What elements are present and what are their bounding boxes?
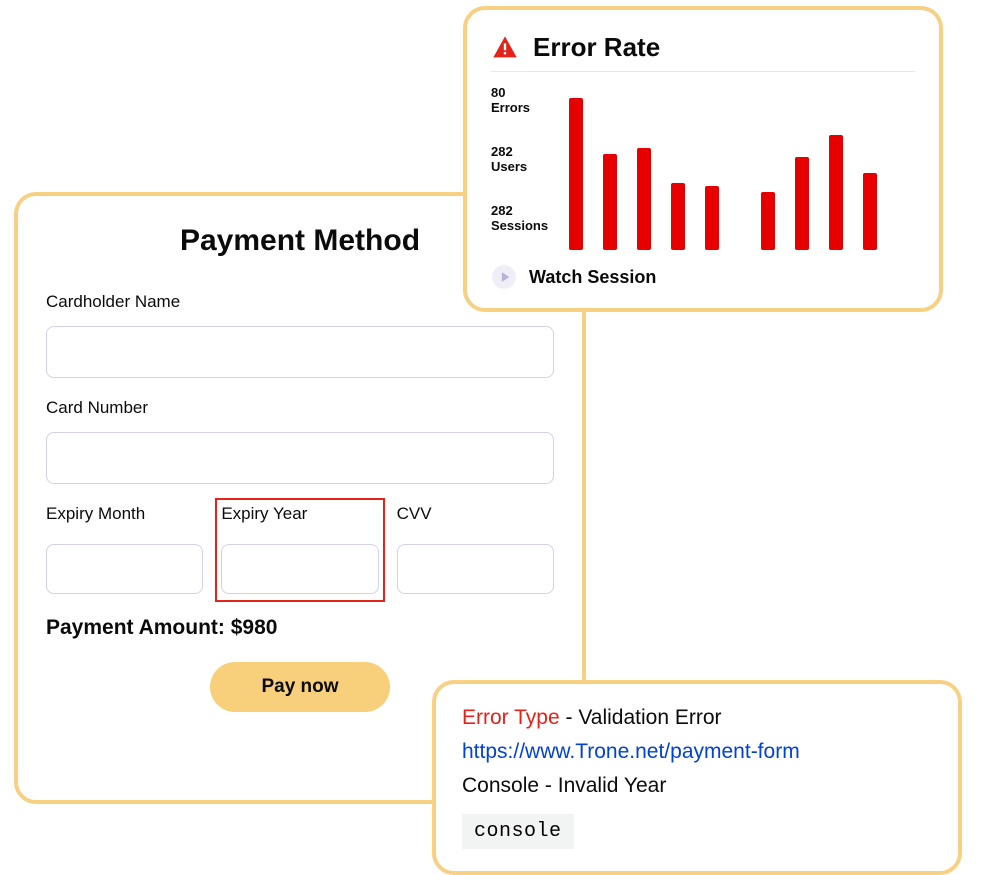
sessions-count: 282 bbox=[491, 204, 555, 219]
cardnumber-field: Card Number bbox=[46, 398, 554, 484]
error-rate-card: Error Rate 80 Errors 282 Users 282 Sessi… bbox=[463, 6, 943, 312]
error-type-value: Validation Error bbox=[578, 706, 721, 729]
error-rate-header: Error Rate bbox=[491, 32, 915, 72]
chart-bar bbox=[863, 173, 877, 250]
cvv-field: CVV bbox=[397, 504, 554, 594]
console-label: Console bbox=[462, 774, 539, 797]
chart-bar bbox=[795, 157, 809, 250]
chart-bars bbox=[569, 82, 915, 252]
cvv-label: CVV bbox=[397, 504, 554, 524]
warning-icon bbox=[491, 34, 519, 62]
chart-bar bbox=[761, 192, 775, 250]
pay-now-button[interactable]: Pay now bbox=[210, 662, 390, 712]
chart-bar bbox=[705, 186, 719, 250]
expiry-year-input[interactable] bbox=[221, 544, 378, 594]
expiry-year-label: Expiry Year bbox=[221, 504, 378, 524]
sessions-label: Sessions bbox=[491, 219, 555, 234]
console-sep: - bbox=[539, 774, 558, 797]
error-type-sep: - bbox=[560, 706, 579, 729]
error-type-label: Error Type bbox=[462, 706, 560, 729]
errors-count: 80 bbox=[491, 86, 555, 101]
chart-bar bbox=[569, 98, 583, 250]
cvv-input[interactable] bbox=[397, 544, 554, 594]
payment-amount: Payment Amount: $980 bbox=[46, 616, 554, 640]
play-icon bbox=[491, 264, 517, 290]
chart-bar bbox=[829, 135, 843, 250]
error-type-line: Error Type - Validation Error bbox=[462, 706, 932, 730]
users-label: Users bbox=[491, 160, 555, 175]
console-line: Console - Invalid Year bbox=[462, 774, 932, 798]
watch-session-label: Watch Session bbox=[529, 267, 656, 288]
console-chip: console bbox=[462, 814, 574, 849]
chart-bar bbox=[637, 148, 651, 250]
console-value: Invalid Year bbox=[558, 774, 667, 797]
cardnumber-label: Card Number bbox=[46, 398, 554, 418]
error-detail-card: Error Type - Validation Error https://ww… bbox=[432, 680, 962, 875]
expiry-year-field: Expiry Year bbox=[221, 504, 378, 594]
watch-session-row[interactable]: Watch Session bbox=[491, 264, 915, 290]
expiry-month-input[interactable] bbox=[46, 544, 203, 594]
error-url[interactable]: https://www.Trone.net/payment-form bbox=[462, 740, 932, 764]
chart-stats: 80 Errors 282 Users 282 Sessions bbox=[491, 82, 555, 252]
expiry-cvv-row: Expiry Month Expiry Year CVV bbox=[46, 504, 554, 594]
errors-label: Errors bbox=[491, 101, 555, 116]
chart-bar bbox=[671, 183, 685, 250]
error-rate-title: Error Rate bbox=[533, 32, 660, 63]
users-count: 282 bbox=[491, 145, 555, 160]
cardnumber-input[interactable] bbox=[46, 432, 554, 484]
chart-bar bbox=[603, 154, 617, 250]
expiry-month-label: Expiry Month bbox=[46, 504, 203, 524]
expiry-month-field: Expiry Month bbox=[46, 504, 203, 594]
cardholder-input[interactable] bbox=[46, 326, 554, 378]
error-rate-chart: 80 Errors 282 Users 282 Sessions bbox=[491, 82, 915, 252]
